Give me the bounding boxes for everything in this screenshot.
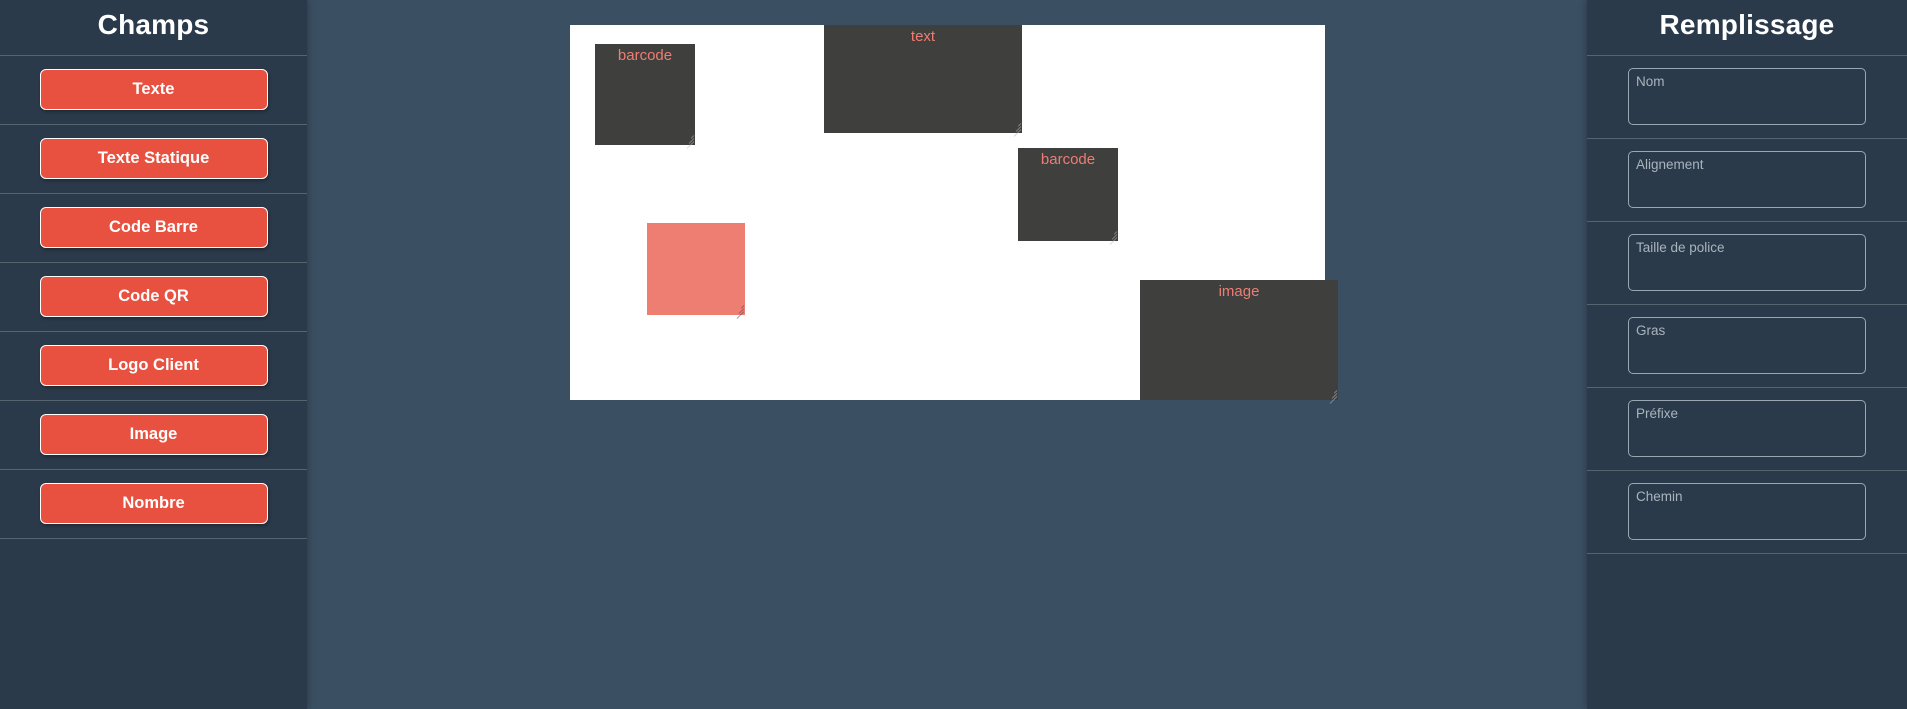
properties-panel: Remplissage xyxy=(1587,0,1907,709)
property-field-chemin[interactable] xyxy=(1628,482,1866,540)
canvas-element-barcode[interactable]: barcode xyxy=(1018,148,1118,245)
canvas-element-label: barcode xyxy=(617,47,673,64)
property-row xyxy=(1587,139,1907,221)
canvas-element-image[interactable]: image xyxy=(1140,280,1338,404)
design-workspace[interactable]: barcode text barcode image xyxy=(307,0,1587,709)
resize-handle-icon[interactable] xyxy=(1326,388,1338,404)
field-button-texte-statique[interactable]: Texte Statique xyxy=(39,137,268,179)
property-row xyxy=(1587,56,1907,138)
resize-handle-icon[interactable] xyxy=(683,133,695,149)
field-row: Logo Client xyxy=(0,332,307,400)
canvas-element-label xyxy=(647,223,745,226)
canvas-element-label: barcode xyxy=(1040,151,1096,168)
label-canvas[interactable]: barcode text barcode image xyxy=(570,25,1338,404)
resize-handle-icon[interactable] xyxy=(733,303,745,319)
property-row xyxy=(1587,305,1907,387)
properties-field-list xyxy=(1587,56,1907,554)
properties-panel-title: Remplissage xyxy=(1659,9,1835,40)
field-button-code-qr[interactable]: Code QR xyxy=(39,275,268,317)
field-row: Code Barre xyxy=(0,194,307,262)
label-designer-app: Champs Texte Texte Statique Code Barre Code… xyxy=(0,0,1907,709)
divider xyxy=(1587,552,1907,554)
property-field-gras[interactable] xyxy=(1628,316,1866,374)
field-row: Texte Statique xyxy=(0,125,307,193)
property-row xyxy=(1587,388,1907,470)
canvas-element-label: text xyxy=(910,28,936,45)
field-row: Nombre xyxy=(0,470,307,538)
field-row: Code QR xyxy=(0,263,307,331)
field-row: Texte xyxy=(0,56,307,124)
canvas-element-barcode[interactable]: barcode xyxy=(595,44,695,149)
property-field-alignement[interactable] xyxy=(1628,150,1866,208)
divider xyxy=(0,537,307,539)
field-button-nombre[interactable]: Nombre xyxy=(39,482,268,524)
fields-button-list: Texte Texte Statique Code Barre Code QR Logo… xyxy=(0,56,307,539)
canvas-element-label: image xyxy=(1218,283,1260,300)
resize-handle-icon[interactable] xyxy=(1106,229,1118,245)
property-row xyxy=(1587,471,1907,553)
fields-panel-title: Champs xyxy=(97,9,210,40)
field-button-logo-client[interactable]: Logo Client xyxy=(39,344,268,386)
resize-handle-icon[interactable] xyxy=(1010,121,1022,137)
canvas-element-selected[interactable] xyxy=(647,223,745,319)
property-field-prefixe[interactable] xyxy=(1628,399,1866,457)
property-row xyxy=(1587,222,1907,304)
canvas-element-text[interactable]: text xyxy=(824,25,1022,137)
fields-sidebar: Champs Texte Texte Statique Code Barre Code… xyxy=(0,0,307,709)
field-button-code-barre[interactable]: Code Barre xyxy=(39,206,268,248)
field-button-texte[interactable]: Texte xyxy=(39,68,268,110)
property-field-nom[interactable] xyxy=(1628,67,1866,125)
property-field-taille-de-police[interactable] xyxy=(1628,233,1866,291)
field-button-image[interactable]: Image xyxy=(39,413,268,455)
field-row: Image xyxy=(0,401,307,469)
